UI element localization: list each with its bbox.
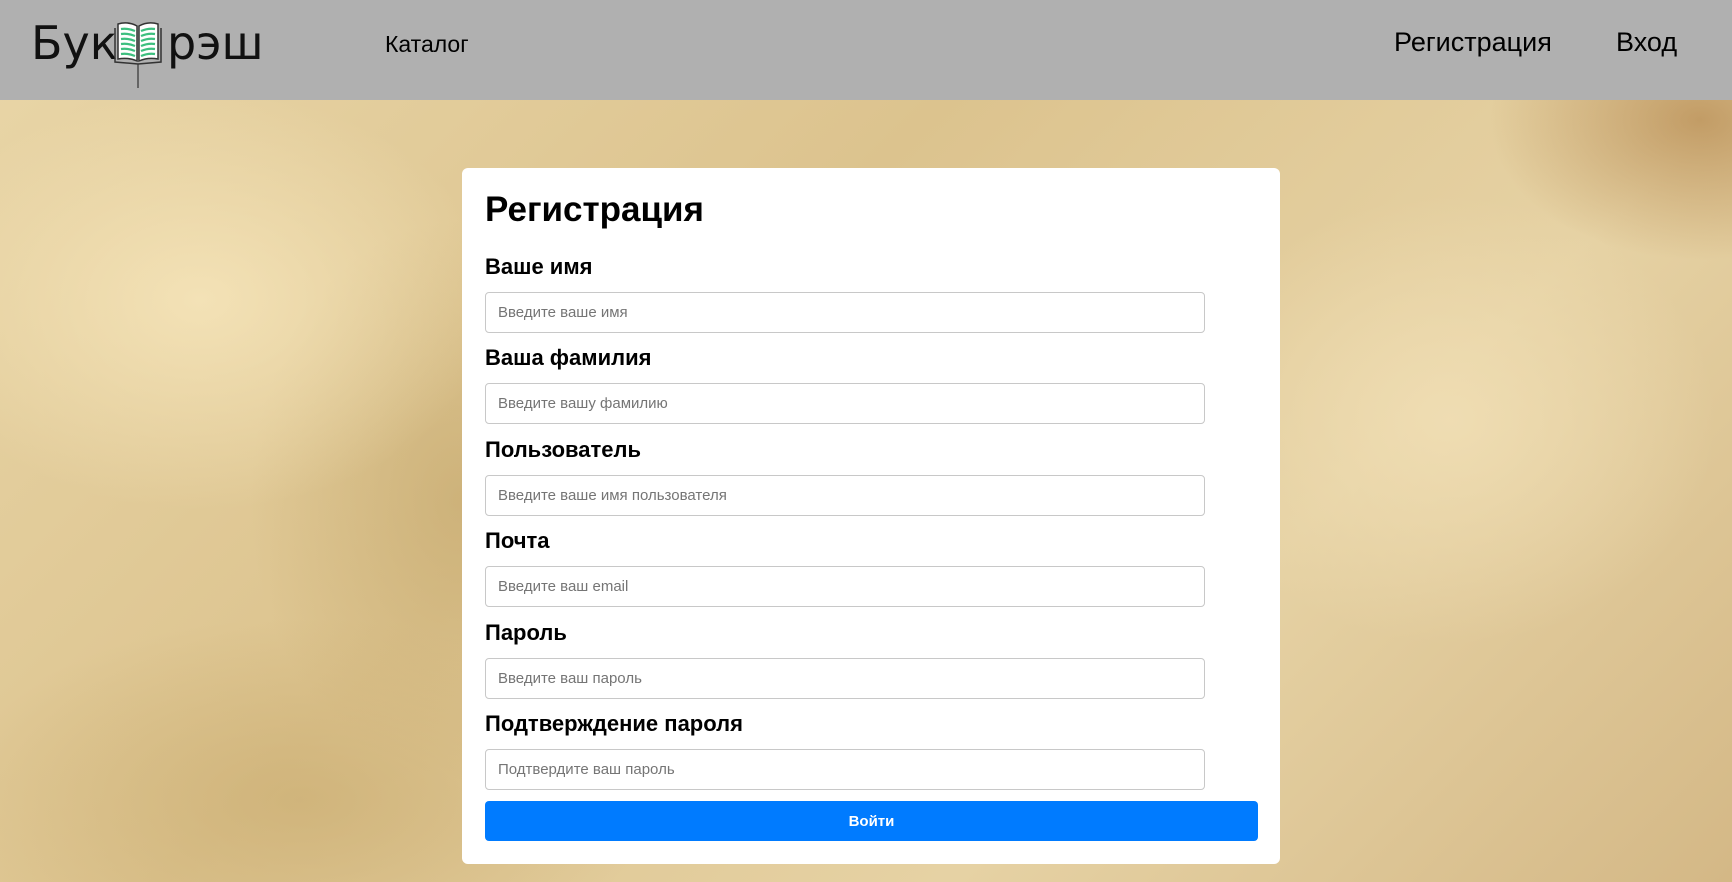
nav-register-link[interactable]: Регистрация [1394, 27, 1552, 58]
first-name-input[interactable] [485, 292, 1205, 333]
confirm-password-input[interactable] [485, 749, 1205, 790]
last-name-input[interactable] [485, 383, 1205, 424]
submit-button[interactable]: Войти [485, 801, 1258, 841]
form-title: Регистрация [485, 190, 704, 229]
username-label: Пользователь [485, 437, 642, 462]
open-book-icon [114, 22, 162, 88]
last-name-label: Ваша фамилия [485, 345, 652, 370]
nav-catalog-link[interactable]: Каталог [385, 31, 469, 58]
email-input[interactable] [485, 566, 1205, 607]
confirm-password-label: Подтверждение пароля [485, 711, 743, 736]
nav-login-link[interactable]: Вход [1616, 27, 1677, 58]
password-input[interactable] [485, 658, 1205, 699]
email-label: Почта [485, 528, 550, 553]
top-navbar: Бук рэш Каталог Регистрация Вход [0, 0, 1732, 100]
registration-form: Регистрация Ваше имя Ваша фамилия Пользо… [462, 168, 1280, 864]
logo-text-right: рэш [167, 16, 264, 70]
first-name-label: Ваше имя [485, 254, 593, 279]
password-label: Пароль [485, 620, 567, 645]
site-logo[interactable]: Бук рэш [31, 14, 266, 89]
username-input[interactable] [485, 475, 1205, 516]
logo-text-left: Бук [31, 16, 118, 70]
